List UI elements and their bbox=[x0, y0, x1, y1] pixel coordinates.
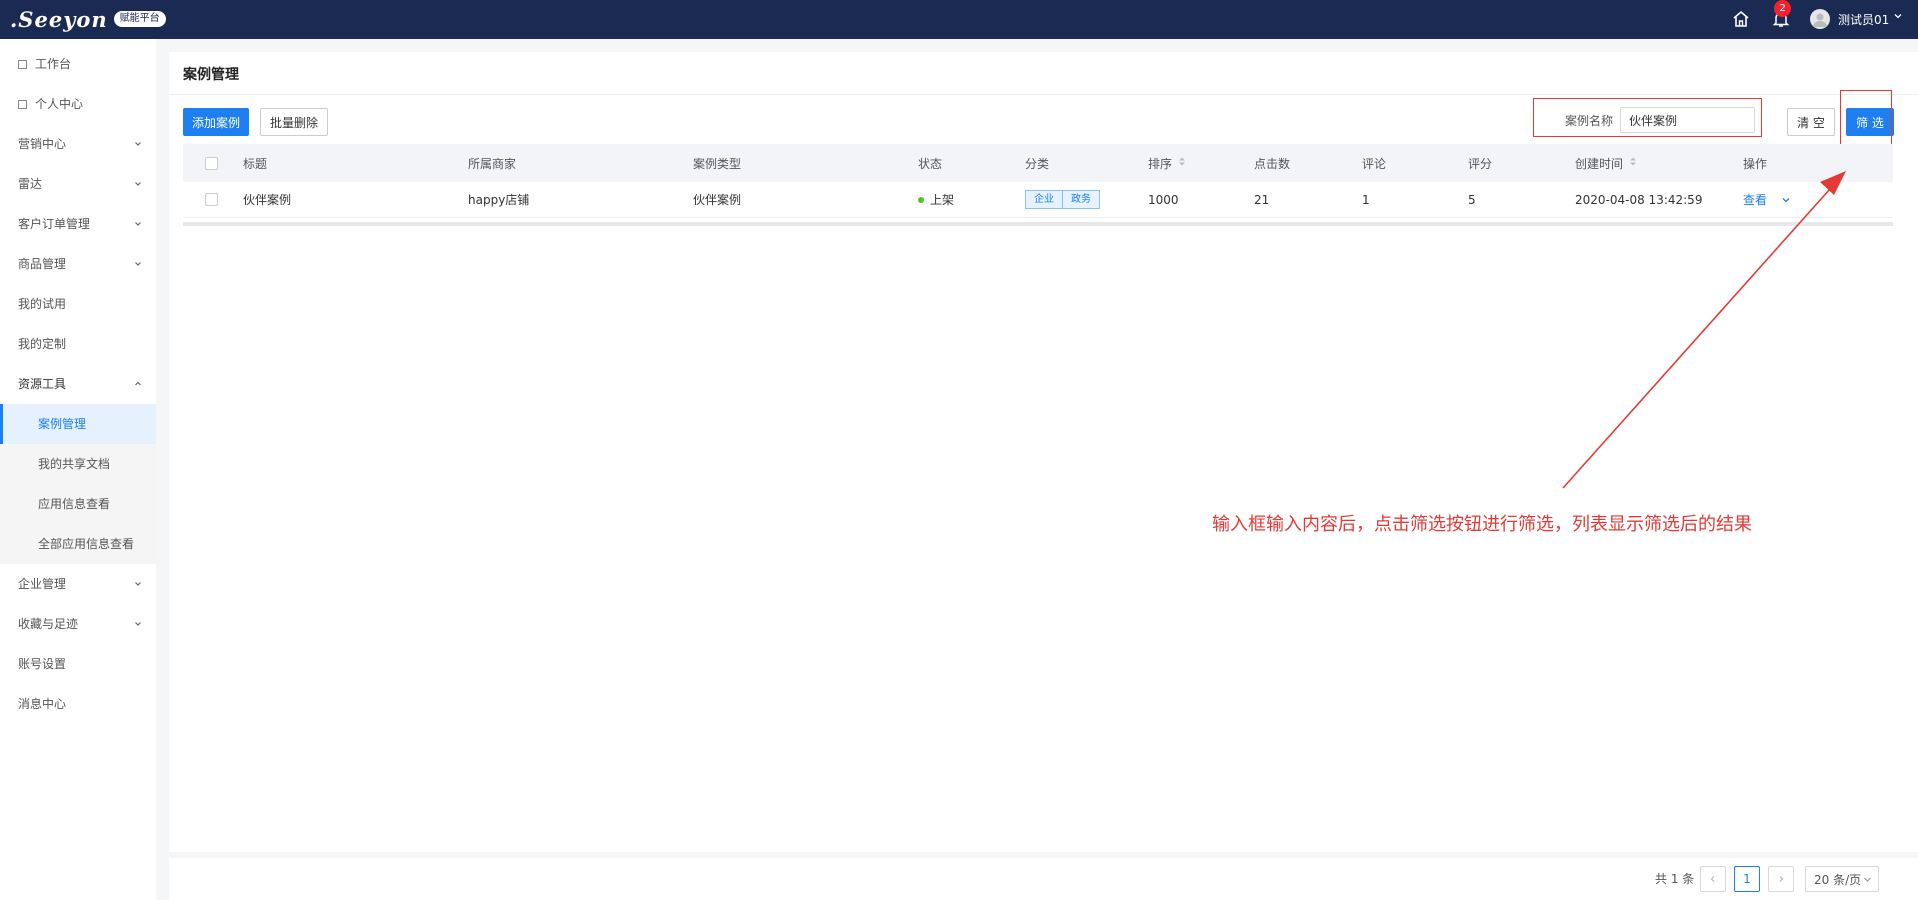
chevron-down-icon bbox=[1863, 875, 1872, 884]
prev-page-button[interactable] bbox=[1700, 866, 1726, 892]
annotation-arrow bbox=[1562, 171, 1846, 489]
pagination: 共 1 条 1 20 条/页 bbox=[169, 858, 1918, 900]
annotation-text: 输入框输入内容后，点击筛选按钮进行筛选，列表显示筛选后的结果 bbox=[1212, 514, 1752, 535]
page-size-label: 20 条/页 bbox=[1814, 872, 1862, 887]
page-button[interactable]: 1 bbox=[1734, 866, 1760, 892]
total-count: 共 1 条 bbox=[1655, 872, 1695, 886]
next-page-button[interactable] bbox=[1768, 866, 1794, 892]
page-size-select[interactable]: 20 条/页 bbox=[1805, 866, 1879, 892]
